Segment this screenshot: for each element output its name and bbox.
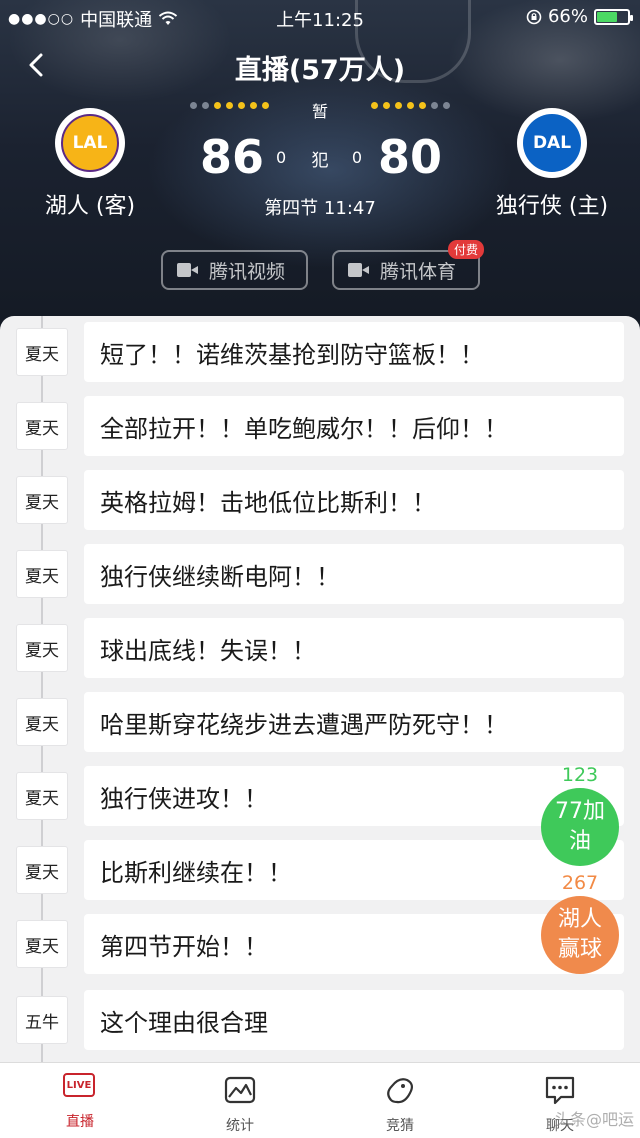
feed-item: 夏天 哈里斯穿花绕步进去遭遇严防死守！！ [0, 692, 640, 752]
timeout-dot [395, 102, 402, 109]
timeout-indicator: 暂 [190, 98, 450, 121]
timeout-dot [443, 102, 450, 109]
battery-icon [594, 8, 633, 25]
win-vote-count: 267 [561, 872, 599, 894]
tab-live[interactable]: LIVE 直播 [0, 1063, 160, 1138]
live-icon: LIVE [63, 1073, 97, 1107]
stats-icon [224, 1076, 256, 1104]
author-tag: 夏天 [16, 328, 68, 376]
feed-item: 夏天 短了！！诺维茨基抢到防守篮板！！ [0, 322, 640, 382]
commentary-bubble: 球出底线！失误！！ [84, 618, 624, 678]
win-vote-button[interactable]: 湖人 赢球 [541, 896, 619, 974]
author-tag: 夏天 [16, 550, 68, 598]
status-bar: ●●●○○ 中国联通 上午11:25 66% [0, 0, 640, 34]
game-header: ●●●○○ 中国联通 上午11:25 66% 直播(57万人) LAL 湖人 (… [0, 0, 640, 330]
lakers-logo-mark: LAL [61, 114, 119, 172]
win-vote-label-line1: 湖人 [557, 907, 602, 933]
win-vote-label-line2: 赢球 [557, 937, 602, 962]
author-tag: 夏天 [16, 624, 68, 672]
commentary-bubble: 短了！！诺维茨基抢到防守篮板！！ [84, 322, 624, 382]
battery-percent: 66% [547, 6, 588, 27]
cheer-vote-button[interactable]: 77加 油 [541, 788, 619, 866]
commentary-bubble: 这个理由很合理 [84, 990, 624, 1050]
video-camera-icon [348, 263, 370, 277]
feed-item: 夏天 独行侠继续断电阿！！ [0, 544, 640, 604]
tab-label: 竞猜 [386, 1118, 414, 1134]
paid-badge: 付费 [447, 240, 484, 259]
author-tag: 夏天 [16, 846, 68, 894]
commentary-bubble: 哈里斯穿花绕步进去遭遇严防死守！！ [84, 692, 624, 752]
cheer-vote-label-line2: 油 [568, 829, 591, 854]
commentary-bubble: 英格拉姆！击地低位比斯利！！ [84, 470, 624, 530]
tencent-sports-button[interactable]: 腾讯体育 付费 [332, 240, 484, 290]
rotation-lock-icon [526, 9, 542, 24]
source-label: 腾讯视频 [209, 260, 286, 283]
home-timeout-dots [371, 102, 450, 109]
feed-item: 五牛 这个理由很合理 [0, 990, 640, 1050]
tab-stats[interactable]: 统计 [160, 1063, 320, 1138]
author-tag: 夏天 [16, 920, 68, 968]
home-score: 80 [377, 130, 442, 184]
author-tag: 夏天 [16, 476, 68, 524]
guess-icon [387, 1078, 414, 1104]
scoreboard: 86 0 犯 0 80 [190, 130, 450, 190]
timeout-dot [383, 102, 390, 109]
video-camera-icon [177, 263, 199, 277]
mavericks-logo: DAL [517, 108, 587, 178]
author-tag: 夏天 [16, 402, 68, 450]
tab-label: 直播 [66, 1114, 94, 1130]
chat-icon [545, 1076, 575, 1105]
status-right: 66% [526, 6, 633, 27]
game-period-clock: 第四节 11:47 [264, 198, 376, 219]
cheer-vote-label-line1: 77加 [555, 799, 605, 825]
feed-item: 夏天 球出底线！失误！！ [0, 618, 640, 678]
feed-item: 夏天 全部拉开！！单吃鲍威尔！！后仰！！ [0, 396, 640, 456]
mavericks-logo-mark: DAL [523, 114, 581, 172]
tab-guess[interactable]: 竞猜 [320, 1063, 480, 1138]
feed-item: 夏天 英格拉姆！击地低位比斯利！！ [0, 470, 640, 530]
author-tag: 五牛 [16, 996, 68, 1044]
timeout-dot [407, 102, 414, 109]
tab-label: 统计 [226, 1118, 254, 1134]
author-tag: 夏天 [16, 772, 68, 820]
timeout-dot [431, 102, 438, 109]
lakers-logo: LAL [55, 108, 125, 178]
commentary-bubble: 全部拉开！！单吃鲍威尔！！后仰！！ [84, 396, 624, 456]
live-game-screen: ●●●○○ 中国联通 上午11:25 66% 直播(57万人) LAL 湖人 (… [0, 0, 640, 1138]
author-tag: 夏天 [16, 698, 68, 746]
timeout-dot [419, 102, 426, 109]
commentary-bubble: 独行侠继续断电阿！！ [84, 544, 624, 604]
source-label: 腾讯体育 [380, 260, 457, 283]
tencent-video-button[interactable]: 腾讯视频 [161, 250, 308, 290]
home-fouls: 0 [351, 148, 362, 167]
page-title: 直播(57万人) [234, 55, 406, 86]
cheer-vote-count: 123 [561, 764, 599, 786]
bottom-tab-bar: LIVE 直播 统计 竞猜 聊天 头条@吧运 [0, 1062, 640, 1138]
timeout-dot [371, 102, 378, 109]
battery-level-fill [597, 11, 617, 22]
watermark: 头条@吧运 [553, 1110, 634, 1129]
